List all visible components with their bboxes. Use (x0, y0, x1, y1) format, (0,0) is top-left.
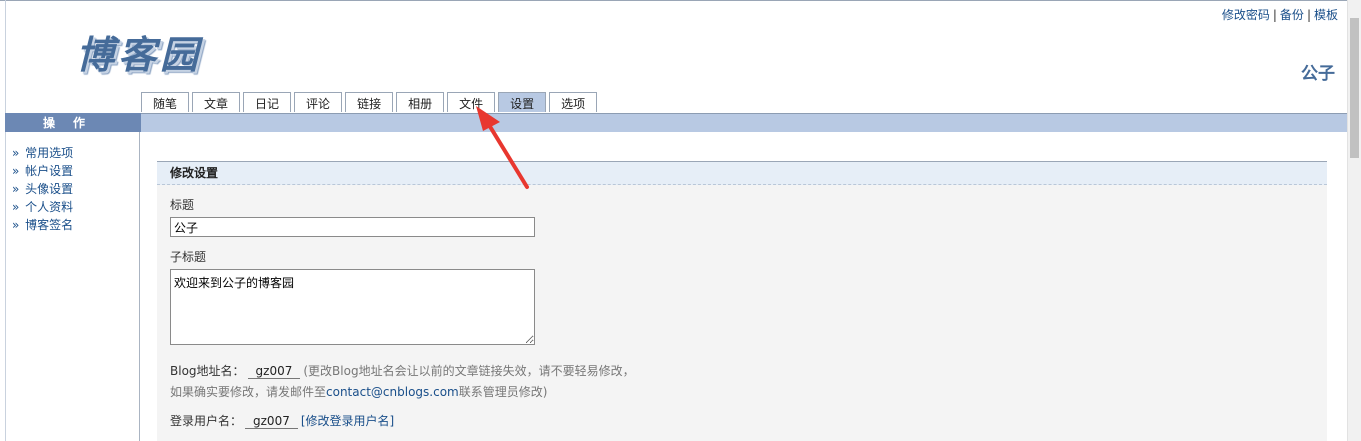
login-name-row: 登录用户名： gz007 [修改登录用户名] (170, 412, 394, 429)
bullet-icon: » (12, 164, 20, 178)
contact-email-link[interactable]: contact@cnblogs.com (326, 385, 459, 399)
change-password-link[interactable]: 修改密码 (1222, 8, 1270, 22)
blog-address-note: (更改Blog地址名会让以前的文章链接失效，请不要轻易修改， (303, 364, 635, 378)
settings-panel: 修改设置 标题 子标题 欢迎来到公子的博客园 Blog地址名：gz007(更改B… (157, 161, 1327, 441)
tab-links[interactable]: 链接 (345, 92, 394, 112)
sidebar-item-label[interactable]: 头像设置 (25, 182, 73, 196)
tab-files[interactable]: 文件 (447, 92, 496, 112)
bullet-icon: » (12, 182, 20, 196)
tab-comments[interactable]: 评论 (294, 92, 343, 112)
sidebar-header: 操作 (5, 113, 141, 132)
backup-link[interactable]: 备份 (1280, 8, 1304, 22)
blog-address-note-tail: 联系管理员修改) (458, 385, 548, 399)
login-name-label: 登录用户名： (170, 414, 243, 428)
top-border (0, 0, 1361, 1)
tab-options[interactable]: 选项 (549, 92, 598, 112)
sidebar-item-account-settings[interactable]: » 帐户设置 (12, 162, 139, 180)
left-border (5, 0, 6, 113)
title-input[interactable] (170, 217, 535, 237)
tab-bar-strip (141, 113, 1348, 132)
tab-posts[interactable]: 随笔 (141, 92, 190, 112)
bullet-icon: » (12, 146, 20, 160)
sidebar-item-avatar-settings[interactable]: » 头像设置 (12, 180, 139, 198)
blog-address-note-text: 如果确实要修改，请发邮件至 (170, 385, 327, 399)
template-link[interactable]: 模板 (1314, 8, 1338, 22)
blog-address-row: Blog地址名： gz007 (更改Blog地址名会让以前的文章链接失效，请不要轻易… (170, 362, 635, 379)
blog-address-value: gz007 (247, 364, 301, 379)
top-links: 修改密码 | 备份 | 模板 (1221, 8, 1338, 22)
main-tabs: 随笔 文章 日记 评论 链接 相册 文件 设置 选项 (141, 92, 600, 113)
tab-settings[interactable]: 设置 (498, 92, 547, 112)
sidebar: » 常用选项 » 帐户设置 » 头像设置 » 个人资料 » 博客签名 (5, 132, 140, 441)
scrollbar-thumb[interactable] (1350, 18, 1359, 158)
title-label: 标题 (170, 198, 195, 212)
sidebar-item-common-options[interactable]: » 常用选项 (12, 144, 139, 162)
bullet-icon: » (12, 218, 20, 232)
sidebar-item-label[interactable]: 帐户设置 (25, 164, 73, 178)
tab-album[interactable]: 相册 (396, 92, 445, 112)
page-scrollbar[interactable] (1347, 0, 1361, 441)
cnblogs-logo[interactable]: 博客园 (76, 24, 202, 79)
sidebar-item-profile[interactable]: » 个人资料 (12, 198, 139, 216)
tab-articles[interactable]: 文章 (192, 92, 241, 112)
tab-diary[interactable]: 日记 (243, 92, 292, 112)
sidebar-item-label[interactable]: 常用选项 (25, 146, 73, 160)
subtitle-label: 子标题 (170, 250, 207, 264)
subtitle-textarea[interactable]: 欢迎来到公子的博客园 (170, 269, 535, 345)
blog-address-note-row: 如果确实要修改，请发邮件至contact@cnblogs.com联系管理员修改) (170, 383, 547, 400)
sidebar-item-label[interactable]: 博客签名 (25, 218, 73, 232)
bullet-icon: » (12, 200, 20, 214)
blog-name: 公子 (1301, 64, 1335, 84)
change-login-name-link[interactable]: [修改登录用户名] (301, 414, 394, 428)
login-name-value: gz007 (245, 414, 298, 429)
sidebar-item-blog-signature[interactable]: » 博客签名 (12, 216, 139, 234)
section-title: 修改设置 (157, 161, 1327, 185)
blog-address-label: Blog地址名： (170, 364, 245, 378)
sidebar-item-label[interactable]: 个人资料 (25, 200, 73, 214)
